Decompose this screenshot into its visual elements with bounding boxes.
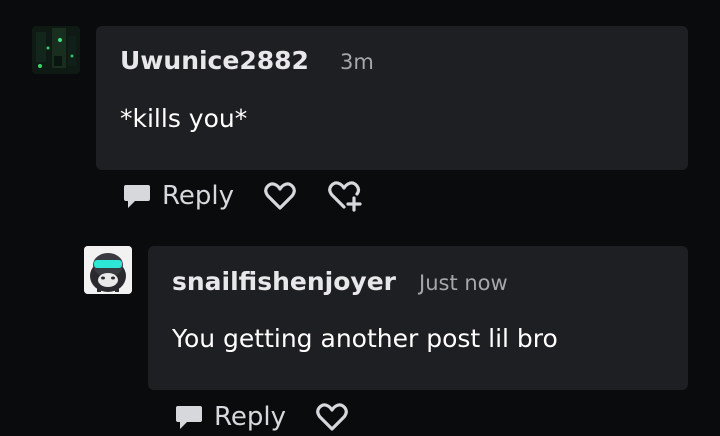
comment-text: *kills you* [120,104,248,133]
like-button[interactable] [316,402,348,432]
comment-bubble: snailfishenjoyer Just now You getting an… [148,246,688,390]
reply-button[interactable]: Reply [122,181,234,211]
comment-timestamp: Just now [419,271,508,295]
comment-actions: Reply [122,178,362,214]
reply-button[interactable]: Reply [174,402,286,432]
avatar[interactable] [84,246,132,294]
heart-icon [264,181,296,211]
super-like-button[interactable] [328,180,362,212]
avatar-image [32,26,80,74]
heart-icon [316,402,348,432]
comment-text: You getting another post lil bro [172,324,558,353]
comment-timestamp: 3m [340,50,374,74]
comment-bubble: Uwunice2882 3m *kills you* [96,26,688,170]
reply-icon [174,402,204,432]
comment-actions: Reply [174,399,348,435]
reply-label: Reply [214,402,287,432]
reply-icon [122,181,152,211]
reply-label: Reply [162,181,235,211]
gift-heart-icon [328,180,362,212]
comment-thread: Uwunice2882 3m *kills you* Reply snailfi… [0,0,720,436]
comment-username[interactable]: snailfishenjoyer [172,267,396,296]
comment-username[interactable]: Uwunice2882 [120,46,309,75]
avatar[interactable] [32,26,80,74]
avatar-image [84,246,132,294]
like-button[interactable] [264,181,296,211]
